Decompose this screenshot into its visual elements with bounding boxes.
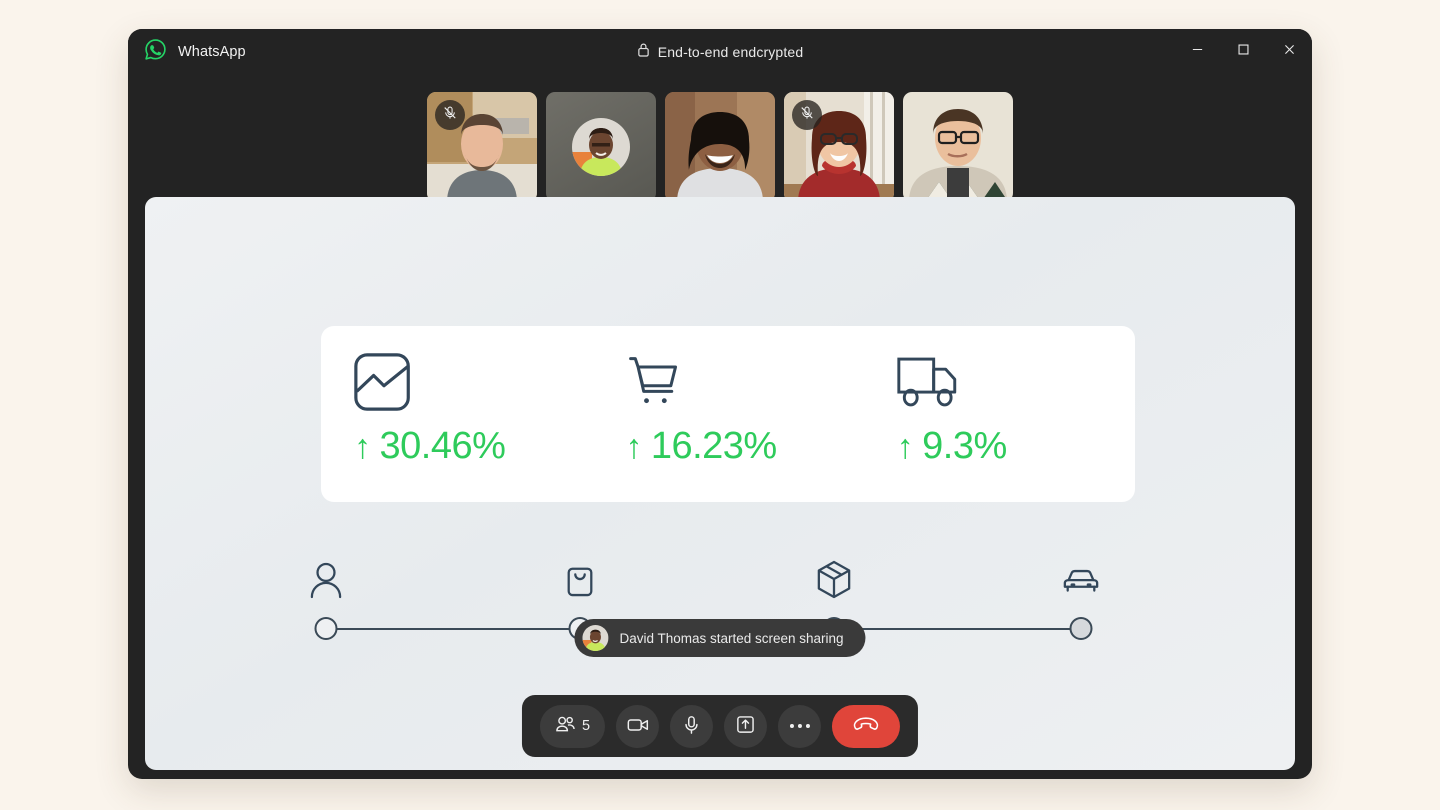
metric-value-group: ↑ 16.23% — [625, 425, 863, 468]
metric-delivery: ↑ 9.3% — [864, 326, 1135, 502]
close-icon — [1283, 43, 1296, 61]
metric-analytics: ↑ 30.46% — [321, 326, 592, 502]
metric-value: 16.23% — [650, 425, 777, 467]
metric-value: 9.3% — [922, 425, 1007, 467]
shared-screen-stage: ↑ 30.46% ↑ 16.23% ↑ 9.3% David Thomas st… — [145, 197, 1295, 770]
stepper-icon-row — [310, 552, 1099, 604]
more-options-icon — [789, 724, 810, 728]
screen-sharing-toast: David Thomas started screen sharing — [574, 619, 866, 657]
maximize-icon — [1237, 43, 1250, 61]
shopping-bag-icon — [564, 561, 596, 604]
maximize-button[interactable] — [1220, 29, 1266, 74]
title-bar: WhatsApp End-to-end endcrypted — [128, 29, 1312, 74]
mute-indicator — [792, 100, 822, 130]
people-group-icon — [555, 715, 576, 737]
metric-cart: ↑ 16.23% — [592, 326, 863, 502]
toast-message: David Thomas started screen sharing — [619, 630, 844, 646]
metric-value-group: ↑ 9.3% — [897, 425, 1135, 468]
minimize-button[interactable] — [1174, 29, 1220, 74]
window-controls — [1174, 29, 1312, 74]
david-thomas-avatar — [582, 625, 609, 651]
car-delivery-icon — [1062, 565, 1100, 604]
participant-tile-4[interactable] — [784, 92, 894, 202]
app-brand: WhatsApp — [128, 38, 246, 66]
mute-indicator — [435, 100, 465, 130]
package-box-icon — [816, 559, 852, 604]
delivery-truck-icon — [897, 353, 1135, 415]
participants-button[interactable]: 5 — [539, 704, 606, 748]
participant-tile-3[interactable] — [665, 92, 775, 202]
whatsapp-logo-icon — [144, 38, 167, 66]
metrics-card: ↑ 30.46% ↑ 16.23% ↑ 9.3% — [321, 326, 1135, 502]
person-icon — [310, 561, 342, 604]
close-button[interactable] — [1266, 29, 1312, 74]
stepper-dot-4[interactable] — [1069, 617, 1093, 640]
whatsapp-call-window: WhatsApp End-to-end endcrypted ↑ 30.46% … — [128, 29, 1312, 779]
metric-value: 30.46% — [379, 425, 506, 467]
end-call-icon — [853, 716, 879, 736]
avatar — [572, 118, 630, 176]
participant-tile-1[interactable] — [427, 92, 537, 202]
lock-icon — [637, 42, 650, 62]
share-screen-button[interactable] — [724, 704, 768, 748]
participants-count: 5 — [581, 718, 591, 734]
app-title: WhatsApp — [178, 43, 246, 60]
up-arrow-icon: ↑ — [896, 427, 914, 466]
share-screen-icon — [736, 715, 755, 737]
microphone-button[interactable] — [670, 704, 714, 748]
chart-analytics-icon — [354, 353, 592, 415]
encryption-status: End-to-end endcrypted — [128, 42, 1312, 62]
shopping-cart-icon — [625, 353, 863, 415]
more-options-button[interactable] — [778, 704, 822, 748]
participant-tile-5[interactable] — [903, 92, 1013, 202]
video-camera-icon — [627, 716, 649, 737]
microphone-muted-icon — [799, 105, 815, 126]
up-arrow-icon: ↑ — [625, 427, 642, 466]
microphone-muted-icon — [442, 105, 458, 126]
metric-value-group: ↑ 30.46% — [354, 425, 592, 468]
encryption-label: End-to-end endcrypted — [657, 43, 804, 60]
minimize-icon — [1191, 43, 1204, 61]
end-call-button[interactable] — [832, 704, 901, 748]
up-arrow-icon: ↑ — [354, 427, 371, 466]
call-control-bar: 5 — [521, 695, 919, 757]
microphone-icon — [682, 715, 701, 738]
camera-button[interactable] — [616, 704, 660, 748]
stepper-dot-1[interactable] — [314, 617, 338, 640]
participant-tile-2[interactable] — [546, 92, 656, 202]
